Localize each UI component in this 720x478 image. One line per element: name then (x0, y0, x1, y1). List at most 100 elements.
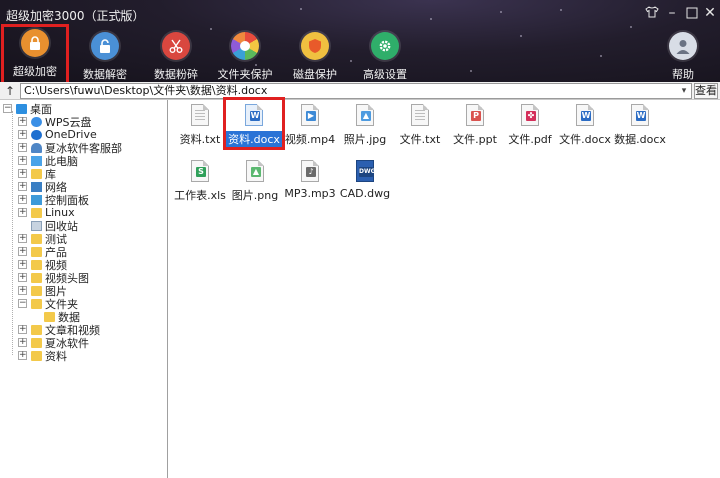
file-name: 文件.ppt (453, 133, 497, 146)
file-item-dwg[interactable]: DWG CAD.dwg (335, 160, 395, 204)
path-bar: ↑ C:\Users\fuwu\Desktop\文件夹\数据\资料.docx ▾… (0, 82, 720, 100)
title-toolbar-band: 超级加密3000（正式版） – ✕ 超级加密 数据解密 数据粉碎 文件夹保护 磁… (0, 0, 720, 82)
expand-toggle[interactable]: + (18, 169, 27, 178)
excel-file-icon: S (191, 160, 209, 182)
file-name: 照片.jpg (343, 133, 387, 146)
folder-icon (31, 246, 42, 257)
file-item-docx-3[interactable]: W 数据.docx (610, 104, 670, 148)
shield-icon (301, 32, 329, 60)
text-file-icon (411, 104, 429, 126)
file-item-mp3[interactable]: ♪ MP3.mp3 (280, 160, 340, 204)
collapse-toggle[interactable]: − (18, 299, 27, 308)
expand-toggle[interactable]: + (18, 273, 27, 282)
file-list[interactable]: 资料.txt W 资料.docx ▶ 视频.mp4 ▲ 照片.jpg 文件.tx… (169, 97, 720, 478)
computer-icon (31, 155, 42, 166)
desktop-icon (16, 103, 27, 114)
gear-icon (371, 32, 399, 60)
expand-toggle[interactable]: + (18, 143, 27, 152)
word-file-icon: W (245, 104, 263, 126)
path-text: C:\Users\fuwu\Desktop\文件夹\数据\资料.docx (24, 84, 268, 97)
expand-toggle[interactable]: + (18, 247, 27, 256)
image-file-icon: ▲ (356, 104, 374, 126)
file-name: 资料.txt (179, 133, 221, 146)
file-name: 视频.mp4 (284, 133, 336, 146)
word-file-icon: W (631, 104, 649, 126)
file-item-docx-2[interactable]: W 文件.docx (555, 104, 615, 148)
toolbar-label: 数据粉碎 (154, 68, 198, 81)
folder-tree[interactable]: − 桌面 + WPS云盘 + OneDrive + 夏冰软件客服部 + 此电脑 … (0, 100, 168, 478)
close-icon[interactable]: ✕ (702, 5, 718, 21)
lock-icon (21, 29, 49, 57)
super-encrypt-button[interactable]: 超级加密 (1, 24, 69, 82)
window-title: 超级加密3000（正式版） (6, 9, 145, 23)
data-decrypt-button[interactable]: 数据解密 (74, 30, 136, 81)
expand-toggle[interactable]: + (18, 286, 27, 295)
advanced-settings-button[interactable]: 高级设置 (354, 30, 416, 81)
collapse-toggle[interactable]: − (3, 104, 12, 113)
folder-icon (31, 272, 42, 283)
folder-icon (44, 311, 55, 322)
up-arrow-icon[interactable]: ↑ (2, 83, 18, 99)
expand-toggle[interactable]: + (18, 182, 27, 191)
folder-open-icon (31, 298, 42, 309)
file-item-txt[interactable]: 资料.txt (170, 104, 230, 148)
tree-item-materials[interactable]: + 资料 (18, 349, 67, 363)
folder-icon (31, 259, 42, 270)
file-item-txt-2[interactable]: 文件.txt (390, 104, 450, 148)
expand-toggle[interactable]: + (18, 260, 27, 269)
folder-protect-button[interactable]: 文件夹保护 (214, 30, 276, 81)
folder-icon (31, 285, 42, 296)
file-item-ppt[interactable]: P 文件.ppt (445, 104, 505, 148)
file-item-docx-selected[interactable]: W 资料.docx (223, 97, 285, 150)
file-name: MP3.mp3 (284, 187, 336, 200)
audio-file-icon: ♪ (301, 160, 319, 182)
folder-icon (31, 350, 42, 361)
disk-protect-button[interactable]: 磁盘保护 (284, 30, 346, 81)
expand-toggle[interactable]: + (18, 208, 27, 217)
file-name: 图片.png (231, 189, 279, 202)
tree-guide-line (12, 111, 13, 355)
network-icon (31, 181, 42, 192)
file-item-xls[interactable]: S 工作表.xls (170, 160, 230, 204)
file-item-jpg[interactable]: ▲ 照片.jpg (335, 104, 395, 148)
path-input[interactable]: C:\Users\fuwu\Desktop\文件夹\数据\资料.docx ▾ (20, 83, 692, 99)
expand-toggle[interactable]: + (18, 234, 27, 243)
expand-toggle[interactable]: + (18, 338, 27, 347)
tree-item-wps-cloud[interactable]: + WPS云盘 (18, 115, 92, 129)
expand-toggle[interactable]: + (18, 130, 27, 139)
chevron-down-icon[interactable]: ▾ (677, 84, 691, 98)
control-panel-icon (31, 194, 42, 205)
file-item-png[interactable]: ▲ 图片.png (225, 160, 285, 204)
view-button[interactable]: 查看 (694, 83, 718, 99)
minimize-icon[interactable]: – (664, 5, 680, 21)
folder-icon (31, 337, 42, 348)
folder-icon (31, 324, 42, 335)
expand-toggle[interactable]: + (18, 325, 27, 334)
toolbar-label: 超级加密 (13, 65, 57, 78)
maximize-icon[interactable] (684, 5, 700, 23)
toolbar-label: 高级设置 (363, 68, 407, 81)
shirt-icon[interactable] (644, 5, 660, 23)
file-name: CAD.dwg (339, 187, 391, 200)
file-name: 资料.docx (226, 131, 282, 147)
file-name: 数据.docx (614, 133, 666, 146)
data-shred-button[interactable]: 数据粉碎 (145, 30, 207, 81)
toolbar-label: 磁盘保护 (293, 68, 337, 81)
cloud-icon (31, 129, 42, 140)
file-item-mp4[interactable]: ▶ 视频.mp4 (280, 104, 340, 148)
file-item-pdf[interactable]: ✤ 文件.pdf (500, 104, 560, 148)
folder-icon (31, 233, 42, 244)
toolbar-label: 数据解密 (83, 68, 127, 81)
file-name: 工作表.xls (174, 189, 226, 202)
expand-toggle[interactable]: + (18, 156, 27, 165)
text-file-icon (191, 104, 209, 126)
expand-toggle[interactable]: + (18, 195, 27, 204)
unlock-icon (91, 32, 119, 60)
tree-item-control-panel[interactable]: + 控制面板 (18, 193, 89, 207)
help-button[interactable]: 帮助 (652, 30, 714, 81)
expand-toggle[interactable]: + (18, 351, 27, 360)
tree-label: 资料 (45, 349, 67, 363)
cloud-icon (31, 116, 42, 127)
scissors-icon (162, 32, 190, 60)
expand-toggle[interactable]: + (18, 117, 27, 126)
